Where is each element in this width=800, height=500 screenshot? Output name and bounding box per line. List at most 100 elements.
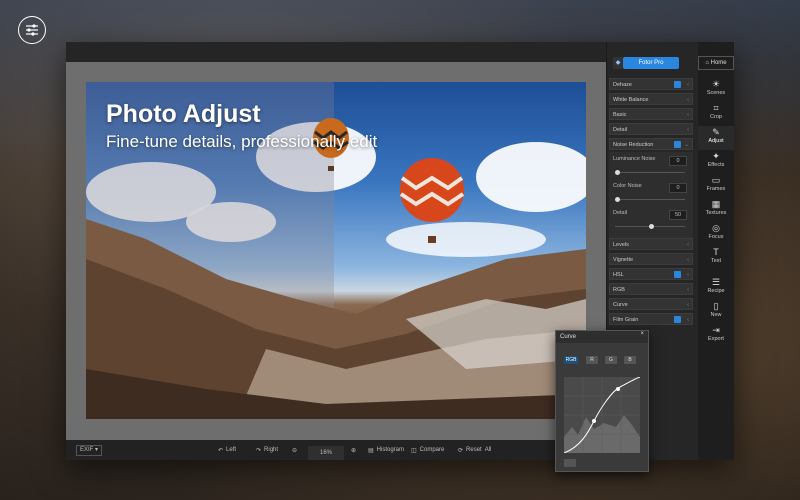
exif-button[interactable]: EXIF ▾ [76,445,103,456]
noise-reduction-section: Luminance Noise 0 Color Noise 0 Detail 5… [609,152,693,238]
focus-icon: ◎ [712,223,720,233]
tool-recipe[interactable]: ☰ Recipe [698,276,734,300]
chevron-icon: ‹ [687,257,689,263]
recipe-icon: ☰ [711,277,721,287]
pencil-icon: ✎ [712,127,720,137]
histogram-button[interactable]: ▤ Histogram [368,440,404,460]
slider-knob [615,170,620,175]
color-noise-label: Color Noise [613,183,642,189]
canvas-area[interactable]: Photo Adjust Fine-tune details, professi… [66,62,606,440]
slider-knob [649,224,654,229]
zoom-out-button[interactable]: ⊖ [292,440,297,460]
color-noise-value[interactable]: 0 [669,183,687,193]
texture-icon: ▦ [711,199,721,209]
page-subtitle: Fine-tune details, professionally edit [106,132,378,151]
chevron-icon: ‹ [687,97,689,103]
color-noise-slider[interactable] [615,197,685,202]
chevron-down-icon: ⌄ [684,142,689,148]
home-button[interactable]: ⌂ Home [698,56,734,70]
row-rgb[interactable]: RGB ‹ [609,283,693,295]
fotor-pro-button[interactable]: Fotor Pro [623,57,679,69]
luminance-value[interactable]: 0 [669,156,687,166]
zoom-in-button[interactable]: ⊕ [351,440,356,460]
channel-b[interactable]: B [624,356,636,364]
tool-new[interactable]: ▯ New [698,300,734,324]
curve-title: Curve [556,331,648,343]
tool-export[interactable]: ⇥ Export [698,324,734,348]
tool-textures[interactable]: ▦ Textures [698,198,734,222]
rotate-right-button[interactable]: ↷ Right [256,440,278,460]
row-film-grain[interactable]: Film Grain ‹ [609,313,693,325]
curve-graph[interactable] [563,376,641,454]
chevron-icon: ‹ [687,287,689,293]
compare-button[interactable]: ◫ Compare [411,440,444,460]
diamond-icon: ◆ [613,57,623,69]
row-curve[interactable]: Curve ‹ [609,298,693,310]
curve-reset-icon[interactable] [564,459,576,467]
zoom-out-icon: ⊖ [292,447,298,454]
bottom-toolbar: EXIF ▾ ↶ Left ↷ Right ⊖ 16% ⊕ ▤ Histogram ◫… [66,440,606,460]
detail-value[interactable]: 50 [669,210,687,220]
chevron-icon: ‹ [687,112,689,118]
row-noise-reduction[interactable]: Noise Reduction ⌄ [609,138,693,150]
tool-rail: ⌂ Home ☀ Scenes ⌗ Crop ✎ Adjust ✦ Effects ▭ F… [698,42,734,460]
histogram-icon: ▤ [368,447,374,454]
crop-icon: ⌗ [713,103,719,113]
sliders-icon [18,16,46,44]
chevron-icon: ‹ [687,302,689,308]
chevron-icon: ‹ [687,82,689,88]
channel-rgb[interactable]: RGB [564,356,578,364]
zoom-level: 16% [308,446,345,460]
slider-knob [615,197,620,202]
luminance-label: Luminance Noise [613,156,656,162]
mountains [86,219,586,419]
row-basic[interactable]: Basic ‹ [609,108,693,120]
row-hsl[interactable]: HSL ‹ [609,268,693,280]
curve-popup: Curve × RGB R G B [555,330,649,472]
close-icon[interactable]: × [640,331,644,337]
chevron-icon: ‹ [687,127,689,133]
tool-text[interactable]: T Text [698,246,734,270]
row-vignette[interactable]: Vignette ‹ [609,253,693,265]
chevron-icon: ‹ [687,317,689,323]
compare-icon: ◫ [411,447,417,454]
text-icon: T [713,247,719,257]
rotate-left-icon: ↶ [218,447,224,454]
export-icon: ⇥ [712,325,720,335]
balloon-large [399,158,465,243]
reset-all-button[interactable]: ⟳ Reset All [458,440,491,460]
title-bar [66,42,606,62]
detail-label: Detail [613,210,628,216]
page-title: Photo Adjust [106,100,261,128]
rotate-left-button[interactable]: ↶ Left [218,440,236,460]
tool-crop[interactable]: ⌗ Crop [698,102,734,126]
chevron-icon: ‹ [687,272,689,278]
tool-frames[interactable]: ▭ Frames [698,174,734,198]
checkbox-icon [674,141,681,148]
rotate-right-icon: ↷ [256,447,262,454]
tool-scenes[interactable]: ☀ Scenes [698,78,734,102]
sparkle-icon: ✦ [712,151,720,161]
checkbox-icon [674,316,681,323]
channel-g[interactable]: G [605,356,617,364]
checkbox-icon [674,81,681,88]
row-detail[interactable]: Detail ‹ [609,123,693,135]
chevron-icon: ‹ [687,242,689,248]
luminance-slider[interactable] [615,170,685,175]
home-icon: ⌂ [705,60,709,66]
row-levels[interactable]: Levels ‹ [609,238,693,250]
reset-icon: ⟳ [458,447,464,454]
row-dehaze[interactable]: Dehaze ‹ [609,78,693,90]
sun-icon: ☀ [711,79,721,89]
checkbox-icon [674,271,681,278]
photo-preview[interactable]: Photo Adjust Fine-tune details, professi… [86,82,586,419]
tool-focus[interactable]: ◎ Focus [698,222,734,246]
frame-icon: ▭ [711,175,721,185]
new-file-icon: ▯ [713,301,719,311]
zoom-in-icon: ⊕ [351,447,357,454]
tool-adjust[interactable]: ✎ Adjust [698,126,734,150]
tool-effects[interactable]: ✦ Effects [698,150,734,174]
channel-r[interactable]: R [586,356,598,364]
row-white-balance[interactable]: White Balance ‹ [609,93,693,105]
detail-slider[interactable] [615,224,685,229]
